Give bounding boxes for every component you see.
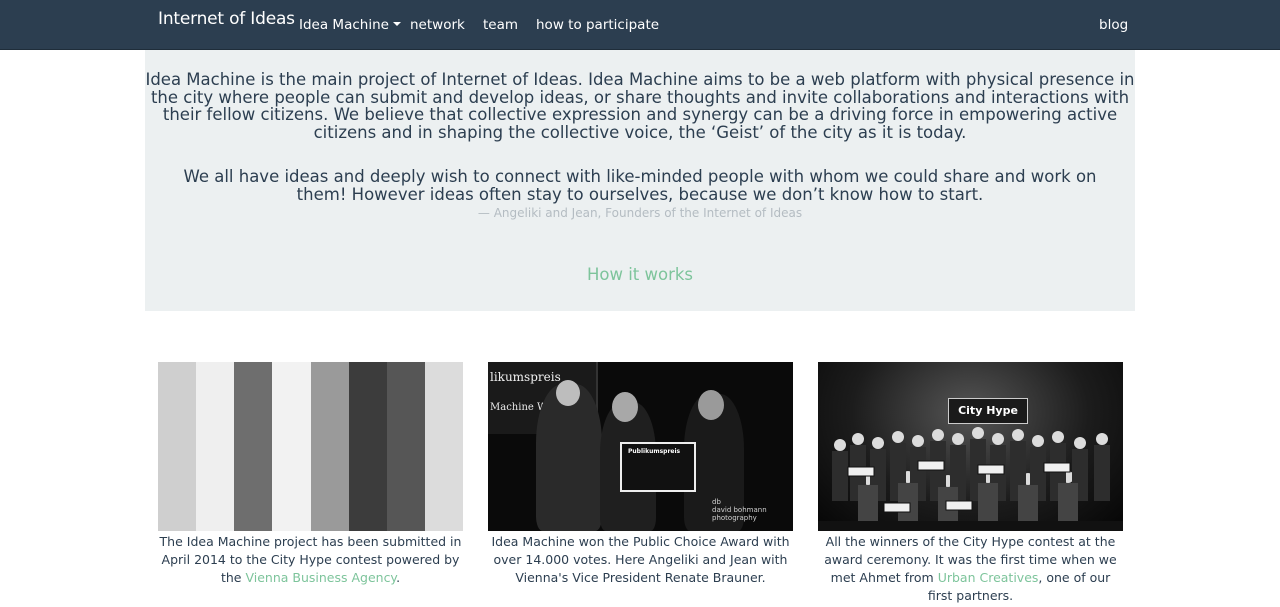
founders-quote: We all have ideas and deeply wish to con… bbox=[183, 167, 1097, 204]
photo-caption: All the winners of the City Hype contest… bbox=[818, 531, 1123, 605]
intro-text: Idea Machine is the main project of Inte… bbox=[145, 70, 1135, 142]
nav-item-blog[interactable]: blog bbox=[1099, 17, 1128, 33]
nav-item-team[interactable]: team bbox=[483, 17, 518, 33]
winners-photo: City Hype bbox=[818, 362, 1123, 531]
stripe bbox=[424, 362, 463, 531]
top-navbar: Internet of Ideas Idea Machine network t… bbox=[0, 0, 1280, 50]
crowd-silhouettes bbox=[818, 427, 1123, 531]
person-silhouette bbox=[536, 384, 602, 531]
intro-jumbotron: Idea Machine is the main project of Inte… bbox=[145, 50, 1135, 311]
award-photo: likumspreis Machine Wi Publikumspreis db… bbox=[488, 362, 793, 531]
watermark-logo: db bbox=[712, 498, 721, 506]
watermark-name: david bohmann bbox=[712, 506, 767, 514]
placeholder-stripes-image bbox=[158, 362, 463, 531]
person-face bbox=[698, 390, 724, 420]
nav-item-idea-machine[interactable]: Idea Machine bbox=[299, 17, 401, 33]
award-sign-title: Publikumspreis bbox=[628, 448, 681, 455]
banner-text: likumspreis bbox=[490, 370, 561, 384]
vienna-business-agency-link[interactable]: Vienna Business Agency bbox=[245, 570, 396, 585]
caption-text-end: . bbox=[396, 570, 401, 585]
person-face bbox=[612, 392, 638, 422]
award-sign: Publikumspreis bbox=[620, 442, 696, 492]
photo-column-winners: City Hype All the winners of the City Hy… bbox=[818, 362, 1123, 605]
watermark-sub: photography bbox=[712, 514, 757, 522]
nav-item-idea-machine-label: Idea Machine bbox=[299, 17, 389, 33]
stripe bbox=[272, 362, 311, 531]
stripe bbox=[310, 362, 349, 531]
brand-link[interactable]: Internet of Ideas bbox=[158, 9, 295, 29]
urban-creatives-link[interactable]: Urban Creatives bbox=[938, 570, 1039, 585]
stripe bbox=[158, 362, 197, 531]
person-face bbox=[556, 380, 580, 406]
photo-column-submission: The Idea Machine project has been submit… bbox=[158, 362, 463, 587]
caret-down-icon bbox=[392, 22, 401, 26]
photo-column-award: likumspreis Machine Wi Publikumspreis db… bbox=[488, 362, 793, 587]
nav-item-how-to-participate[interactable]: how to participate bbox=[536, 17, 659, 33]
stripe bbox=[348, 362, 387, 531]
photographer-watermark: db david bohmann photography bbox=[712, 498, 767, 522]
quote-attribution: — Angeliki and Jean, Founders of the Int… bbox=[477, 206, 803, 220]
nav-item-network[interactable]: network bbox=[410, 17, 465, 33]
stripe bbox=[234, 362, 273, 531]
stripe bbox=[386, 362, 425, 531]
stripe bbox=[196, 362, 235, 531]
how-it-works-link[interactable]: How it works bbox=[145, 265, 1135, 284]
photo-caption: Idea Machine won the Public Choice Award… bbox=[491, 534, 790, 585]
photo-caption: The Idea Machine project has been submit… bbox=[158, 531, 463, 587]
